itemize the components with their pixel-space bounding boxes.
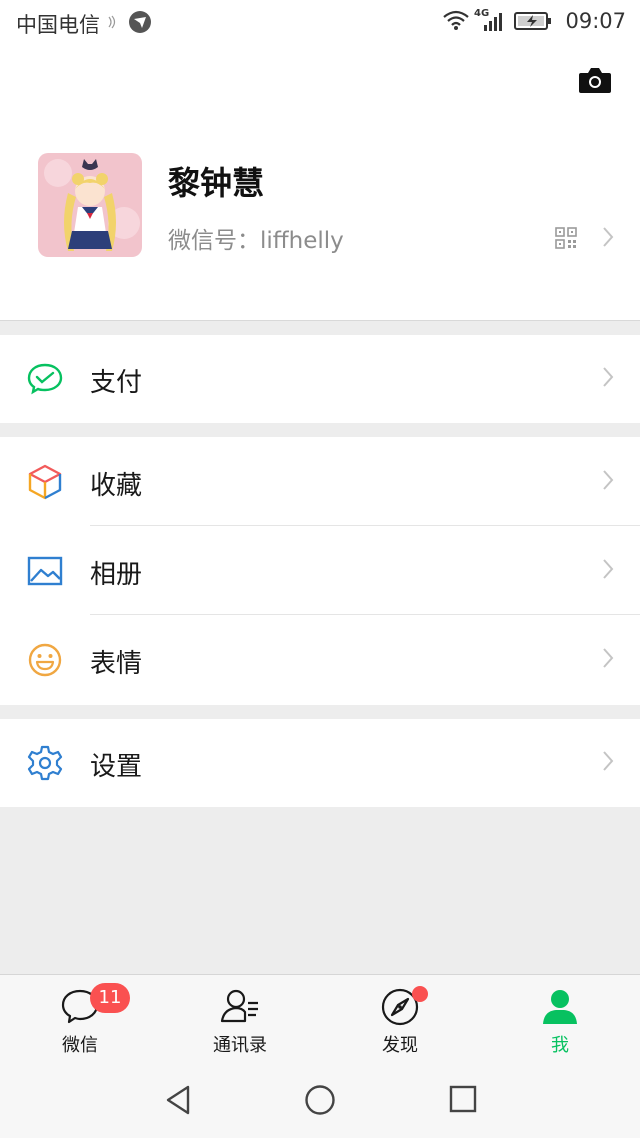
tab-chats-label: 微信: [62, 1035, 98, 1056]
tab-me[interactable]: 我: [480, 975, 640, 1063]
menu-item-settings[interactable]: 设置: [0, 719, 640, 807]
battery-charging-icon: [514, 11, 552, 35]
qr-code-icon[interactable]: [555, 227, 577, 253]
signal-icon: [484, 11, 506, 35]
contacts-icon: [220, 987, 260, 1027]
profile-name: 黎钟慧: [168, 164, 265, 202]
person-icon: [540, 987, 580, 1027]
bottom-tab-bar: 11 微信 通讯录 发现 我: [0, 974, 640, 1062]
nfc-icon: [107, 14, 117, 33]
clock: 09:07: [565, 9, 626, 33]
wechat-id-value: liffhelly: [260, 228, 344, 254]
tab-chats[interactable]: 11 微信: [0, 975, 160, 1063]
chevron-right-icon: [602, 558, 614, 584]
wechat-id-label: 微信号：: [168, 228, 260, 254]
tab-contacts-label: 通讯录: [213, 1035, 267, 1056]
chevron-right-icon: [602, 647, 614, 673]
menu-item-pay[interactable]: 支付: [0, 335, 640, 423]
gear-icon: [26, 744, 64, 782]
wechat-pay-icon: [26, 360, 64, 398]
menu-item-settings-label: 设置: [90, 752, 143, 782]
new-moment-dot: [412, 986, 428, 1002]
chevron-right-icon: [602, 226, 614, 252]
cube-icon: [26, 463, 64, 501]
wifi-icon: [442, 9, 470, 35]
menu-group-pay: 支付: [0, 335, 640, 423]
menu-group-settings: 设置: [0, 719, 640, 807]
unread-badge: 11: [90, 983, 130, 1013]
menu-item-stickers-label: 表情: [90, 649, 143, 679]
smiley-icon: [26, 641, 64, 679]
tab-discover-label: 发现: [382, 1035, 418, 1056]
system-nav-bar: [0, 1062, 640, 1138]
chevron-right-icon: [602, 750, 614, 776]
tab-me-label: 我: [551, 1035, 569, 1056]
recents-icon[interactable]: [448, 1084, 478, 1118]
home-icon[interactable]: [304, 1084, 336, 1120]
chevron-right-icon: [602, 366, 614, 392]
menu-item-stickers[interactable]: 表情: [0, 615, 640, 704]
tab-discover[interactable]: 发现: [320, 975, 480, 1063]
back-icon[interactable]: [164, 1084, 192, 1120]
profile-header[interactable]: 黎钟慧 微信号：liffhelly: [0, 44, 640, 321]
menu-item-favorites-label: 收藏: [90, 471, 143, 501]
picture-icon: [26, 552, 64, 590]
status-bar: 中国电信 4G 09:07: [0, 0, 640, 44]
menu-item-pay-label: 支付: [90, 368, 143, 398]
menu-group-media: 收藏 相册 表情: [0, 437, 640, 705]
camera-icon[interactable]: [578, 66, 612, 98]
avatar[interactable]: [38, 153, 142, 257]
carrier-label: 中国电信: [16, 13, 100, 37]
menu-item-album-label: 相册: [90, 560, 143, 590]
menu-item-album[interactable]: 相册: [0, 526, 640, 615]
notification-icon: [128, 10, 152, 38]
wechat-id: 微信号：liffhelly: [168, 221, 344, 255]
tab-contacts[interactable]: 通讯录: [160, 975, 320, 1063]
chevron-right-icon: [602, 469, 614, 495]
menu-item-favorites[interactable]: 收藏: [0, 437, 640, 526]
